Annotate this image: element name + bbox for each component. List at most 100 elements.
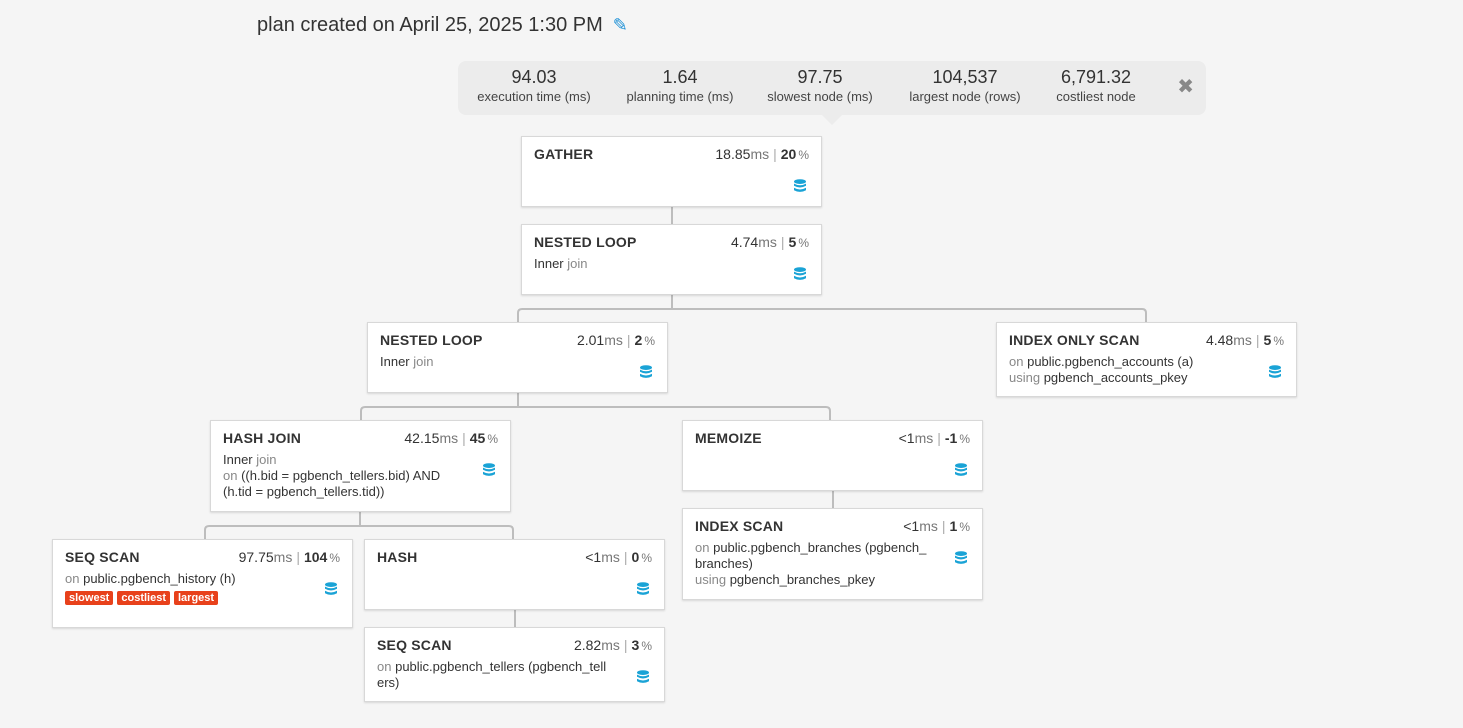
node-description: on public.pgbench_history (h) <box>65 571 300 587</box>
node-percent-sign: % <box>644 334 655 348</box>
node-name: INDEX SCAN <box>695 518 784 534</box>
node-time-unit: ms <box>750 146 770 162</box>
plan-node-seq-scan[interactable]: SEQ SCAN 2.82ms | 3% on public.pgbench_tel… <box>364 627 665 702</box>
join-condition: ((h.bid = pgbench_tellers.bid) AND (h.ti… <box>223 468 441 499</box>
join-type: Inner <box>223 452 253 467</box>
on-word: on <box>1009 354 1024 369</box>
plan-node-index-only-scan[interactable]: INDEX ONLY SCAN 4.48ms | 5% on public.pgbe… <box>996 322 1297 397</box>
join-word: join <box>256 452 277 467</box>
node-relation: public.pgbench_history (h) <box>83 571 236 586</box>
database-icon <box>637 670 649 683</box>
node-time-unit: ms <box>604 332 623 348</box>
node-description: Inner join <box>534 256 769 272</box>
node-name: MEMOIZE <box>695 430 762 446</box>
join-word: join <box>413 354 434 369</box>
node-time: <1 <box>903 518 920 534</box>
node-description: on public.pgbench_branches (pgbench_bran… <box>695 540 930 588</box>
node-name: HASH JOIN <box>223 430 302 446</box>
database-icon <box>1269 365 1281 378</box>
on-word: on <box>377 659 392 674</box>
node-metrics: 18.85ms | 20% <box>715 146 809 162</box>
node-description: Inner join on ((h.bid = pgbench_tellers.… <box>223 452 458 500</box>
node-name: NESTED LOOP <box>534 234 637 250</box>
node-percent: 5 <box>788 234 797 250</box>
node-time: <1 <box>898 430 915 446</box>
node-name: SEQ SCAN <box>65 549 140 565</box>
database-icon <box>640 365 652 378</box>
node-percent-sign: % <box>641 551 652 565</box>
on-word: on <box>695 540 710 555</box>
node-percent: 45 <box>469 430 486 446</box>
join-word: join <box>567 256 588 271</box>
badge-largest: largest <box>174 591 219 605</box>
node-percent-sign: % <box>487 432 498 446</box>
database-icon <box>325 582 337 595</box>
node-percent: 5 <box>1263 332 1272 348</box>
plan-node-memoize[interactable]: MEMOIZE <1ms | -1% <box>682 420 983 491</box>
on-word: on <box>223 468 238 483</box>
node-name: HASH <box>377 549 418 565</box>
node-time: 2.01 <box>576 332 605 348</box>
node-metrics: 97.75ms | 104% <box>238 549 340 565</box>
database-icon <box>955 463 967 476</box>
node-percent-sign: % <box>798 148 809 162</box>
node-metrics: 4.74ms | 5% <box>730 234 809 250</box>
plan-node-nested-loop[interactable]: NESTED LOOP 2.01ms | 2% Inner join <box>367 322 668 393</box>
node-percent: 20 <box>780 146 797 162</box>
plan-node-seq-scan[interactable]: SEQ SCAN 97.75ms | 104% on public.pgbench_… <box>52 539 353 628</box>
node-percent-sign: % <box>959 432 970 446</box>
node-percent-sign: % <box>1273 334 1284 348</box>
node-time: 4.48 <box>1205 332 1234 348</box>
plan-node-hash-join[interactable]: HASH JOIN 42.15ms | 45% Inner join on ((h.… <box>210 420 511 512</box>
node-name: NESTED LOOP <box>380 332 483 348</box>
database-icon <box>794 267 806 280</box>
node-time: 18.85 <box>715 146 751 162</box>
plan-node-hash[interactable]: HASH <1ms | 0% <box>364 539 665 610</box>
node-time-unit: ms <box>919 518 938 534</box>
on-word: on <box>65 571 80 586</box>
node-percent-sign: % <box>798 236 809 250</box>
using-word: using <box>695 572 727 587</box>
node-relation: public.pgbench_branches (pgbench_branche… <box>695 540 927 571</box>
badge-costliest: costliest <box>117 591 170 605</box>
node-name: INDEX ONLY SCAN <box>1009 332 1140 348</box>
node-time: <1 <box>585 549 602 565</box>
node-percent: 1 <box>949 518 958 534</box>
node-description: Inner join <box>380 354 615 370</box>
plan-node-nested-loop[interactable]: NESTED LOOP 4.74ms | 5% Inner join <box>521 224 822 295</box>
node-percent: 104 <box>303 549 328 565</box>
plan-node-gather[interactable]: GATHER 18.85ms | 20% <box>521 136 822 207</box>
node-description: on public.pgbench_accounts (a) using pgb… <box>1009 354 1244 386</box>
node-name: SEQ SCAN <box>377 637 452 653</box>
database-icon <box>483 463 495 476</box>
database-icon <box>955 551 967 564</box>
join-type: Inner <box>380 354 410 369</box>
node-metrics: 4.48ms | 5% <box>1205 332 1284 348</box>
node-time-unit: ms <box>758 234 777 250</box>
node-metrics: <1ms | 0% <box>585 549 652 565</box>
node-metrics: 42.15ms | 45% <box>404 430 498 446</box>
node-index: pgbench_branches_pkey <box>729 572 875 587</box>
node-name: GATHER <box>534 146 594 162</box>
node-percent-sign: % <box>641 639 652 653</box>
database-icon <box>794 179 806 192</box>
node-percent: 0 <box>631 549 640 565</box>
node-metrics: <1ms | 1% <box>903 518 970 534</box>
node-metrics: <1ms | -1% <box>898 430 970 446</box>
plan-node-index-scan[interactable]: INDEX SCAN <1ms | 1% on public.pgbench_bra… <box>682 508 983 600</box>
node-index: pgbench_accounts_pkey <box>1043 370 1188 385</box>
node-description: on public.pgbench_tellers (pgbench_telle… <box>377 659 612 691</box>
node-percent: 3 <box>631 637 640 653</box>
node-percent: 2 <box>634 332 643 348</box>
using-word: using <box>1009 370 1041 385</box>
node-time: 2.82 <box>573 637 602 653</box>
node-time-unit: ms <box>914 430 934 446</box>
node-metrics: 2.82ms | 3% <box>573 637 652 653</box>
node-time: 42.15 <box>404 430 440 446</box>
node-percent-sign: % <box>959 520 970 534</box>
node-metrics: 2.01ms | 2% <box>576 332 655 348</box>
node-time-unit: ms <box>273 549 293 565</box>
node-relation: public.pgbench_accounts (a) <box>1027 354 1194 369</box>
node-time: 4.74 <box>730 234 759 250</box>
badge-slowest: slowest <box>65 591 114 605</box>
